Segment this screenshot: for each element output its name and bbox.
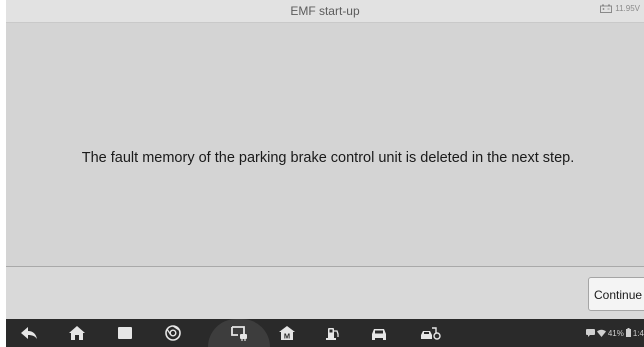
vehicle-diagnose-icon[interactable] (418, 325, 441, 341)
home-icon[interactable] (68, 325, 86, 341)
clock: 1:4 (632, 329, 644, 338)
battery-status: 11.95V (600, 4, 640, 13)
back-icon[interactable] (20, 325, 38, 341)
recent-apps-icon[interactable] (116, 325, 134, 341)
system-navbar: M 41% 1:4 (6, 319, 644, 347)
system-status: 41% 1:4 (585, 328, 644, 339)
continue-button[interactable]: Continue (588, 277, 644, 311)
maxifix-icon[interactable]: M (278, 325, 296, 341)
action-footer: Continue (6, 267, 644, 319)
app-screen: EMF start-up 11.95V The fault memory of … (6, 0, 644, 347)
vci-connect-icon[interactable] (230, 325, 248, 341)
vehicle-icon[interactable] (370, 325, 388, 341)
browser-icon[interactable] (164, 325, 182, 341)
page-title: EMF start-up (290, 4, 360, 18)
instruction-message: The fault memory of the parking brake co… (81, 150, 575, 166)
title-bar: EMF start-up 11.95V (6, 0, 644, 23)
battery-percent: 41% (607, 329, 624, 338)
vehicle-service-icon[interactable] (324, 325, 342, 341)
car-battery-icon (600, 4, 613, 13)
svg-text:M: M (284, 332, 290, 341)
battery-level-icon (625, 328, 631, 339)
chat-icon (585, 328, 595, 339)
main-content: The fault memory of the parking brake co… (6, 23, 644, 266)
wifi-icon (596, 329, 606, 339)
battery-voltage: 11.95V (615, 4, 640, 13)
